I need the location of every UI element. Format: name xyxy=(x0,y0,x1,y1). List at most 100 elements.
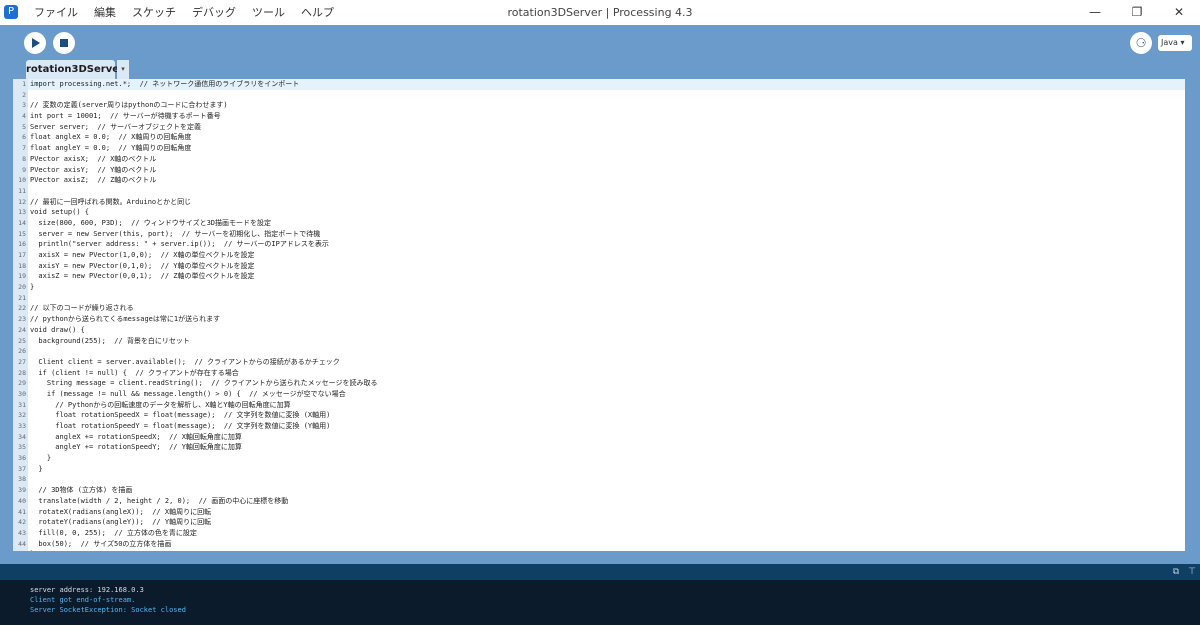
line-number-gutter: 1 2 3 4 5 6 7 8 9 10 11 12 13 14 15 16 17 18 19 20 21 22 23 24 2… xyxy=(13,79,28,551)
code-line[interactable]: box(50); // サイズ50の立方体を描画 xyxy=(28,539,1185,550)
line-number: 5 xyxy=(22,122,26,131)
code-line[interactable]: float angleX = 0.0; // X軸周りの回転角度 xyxy=(28,132,1185,143)
code-line[interactable] xyxy=(28,293,1185,304)
status-bar xyxy=(0,551,1200,564)
code-line[interactable]: axisY = new PVector(0,1,0); // Y軸の単位ベクトル… xyxy=(28,261,1185,272)
code-line[interactable]: angleY += rotationSpeedY; // Y軸回転角度に加算 xyxy=(28,442,1185,453)
menu-tools[interactable]: ツール xyxy=(244,0,293,25)
code-line[interactable]: // 以下のコードが繰り返される xyxy=(28,303,1185,314)
debugger-button[interactable]: ⚆ xyxy=(1130,32,1152,54)
code-editor[interactable]: 1 2 3 4 5 6 7 8 9 10 11 12 13 14 15 16 17 18 19 20 21 22 23 24 2… xyxy=(13,79,1185,551)
minimize-icon[interactable]: — xyxy=(1074,0,1116,25)
menu-edit[interactable]: 編集 xyxy=(86,0,124,25)
close-icon[interactable]: ✕ xyxy=(1158,0,1200,25)
code-line[interactable]: axisX = new PVector(1,0,0); // X軸の単位ベクトル… xyxy=(28,250,1185,261)
code-line[interactable]: Server server; // サーバーオブジェクトを定義 xyxy=(28,122,1185,133)
code-line[interactable]: if (message != null && message.length() … xyxy=(28,389,1185,400)
line-number: 13 xyxy=(18,208,26,217)
maximize-icon[interactable]: ❐ xyxy=(1116,0,1158,25)
line-number: 36 xyxy=(18,454,26,463)
code-line[interactable] xyxy=(28,186,1185,197)
menu-sketch[interactable]: スケッチ xyxy=(124,0,184,25)
code-line[interactable]: } xyxy=(28,282,1185,293)
code-line[interactable]: } xyxy=(28,464,1185,475)
code-line[interactable]: angleX += rotationSpeedX; // X軸回転角度に加算 xyxy=(28,432,1185,443)
code-line[interactable]: PVector axisX; // X軸のベクトル xyxy=(28,154,1185,165)
code-line[interactable]: void setup() { xyxy=(28,207,1185,218)
code-line[interactable]: float angleY = 0.0; // Y軸周りの回転角度 xyxy=(28,143,1185,154)
code-line[interactable]: background(255); // 背景を白にリセット xyxy=(28,336,1185,347)
line-number: 29 xyxy=(18,379,26,388)
code-line[interactable]: // 最初に一回呼ばれる関数。Arduinoとかと同じ xyxy=(28,197,1185,208)
code-line[interactable] xyxy=(28,474,1185,485)
line-number: 35 xyxy=(18,443,26,452)
code-line[interactable]: String message = client.readString(); //… xyxy=(28,378,1185,389)
line-number: 22 xyxy=(18,304,26,313)
line-number: 12 xyxy=(18,197,26,206)
code-line[interactable]: int port = 10001; // サーバーが待機するポート番号 xyxy=(28,111,1185,122)
line-number: 10 xyxy=(18,176,26,185)
code-line[interactable] xyxy=(28,90,1185,101)
menu-debug[interactable]: デバッグ xyxy=(184,0,244,25)
line-number: 9 xyxy=(22,165,26,174)
code-line[interactable]: float rotationSpeedY = float(message); /… xyxy=(28,421,1185,432)
code-line[interactable]: import processing.net.*; // ネットワーク通信用のライ… xyxy=(28,79,1185,90)
code-line[interactable]: } xyxy=(28,453,1185,464)
line-number: 43 xyxy=(18,528,26,537)
code-line[interactable]: fill(0, 0, 255); // 立方体の色を青に設定 xyxy=(28,528,1185,539)
line-number: 19 xyxy=(18,272,26,281)
line-number: 16 xyxy=(18,240,26,249)
line-number: 11 xyxy=(18,186,26,195)
mode-select[interactable]: Java ▾ xyxy=(1158,35,1192,51)
code-line[interactable]: rotateY(radians(angleY)); // Y軸周りに回転 xyxy=(28,517,1185,528)
code-line[interactable]: rotateX(radians(angleX)); // X軸周りに回転 xyxy=(28,507,1185,518)
line-number: 15 xyxy=(18,229,26,238)
line-number: 34 xyxy=(18,432,26,441)
code-line[interactable]: println("server address: " + server.ip()… xyxy=(28,239,1185,250)
code-line[interactable]: void draw() { xyxy=(28,325,1185,336)
line-number: 31 xyxy=(18,400,26,409)
code-line[interactable]: PVector axisY; // Y軸のベクトル xyxy=(28,165,1185,176)
clear-icon[interactable]: ⊤ xyxy=(1186,566,1198,578)
line-number: 25 xyxy=(18,336,26,345)
code-line[interactable] xyxy=(28,346,1185,357)
code-line[interactable]: // pythonから送られてくるmessageは常に1が送られます xyxy=(28,314,1185,325)
tab-rotation3DServer[interactable]: rotation3DServer xyxy=(26,60,124,79)
console-header: ⧉ ⊤ xyxy=(0,564,1200,580)
code-line[interactable]: translate(width / 2, height / 2, 0); // … xyxy=(28,496,1185,507)
code-area[interactable]: import processing.net.*; // ネットワーク通信用のライ… xyxy=(28,79,1185,551)
line-number: 27 xyxy=(18,357,26,366)
tab-menu-chevron-icon[interactable]: ▾ xyxy=(117,60,129,79)
line-number: 33 xyxy=(18,422,26,430)
code-line[interactable]: // 変数の定義(server周りはpythonのコードに合わせます) xyxy=(28,100,1185,111)
code-line[interactable]: Client client = server.available(); // ク… xyxy=(28,357,1185,368)
line-number: 38 xyxy=(18,475,26,484)
line-number: 44 xyxy=(18,539,26,548)
toolbar: ⚆ Java ▾ xyxy=(0,25,1200,60)
menu-help[interactable]: ヘルプ xyxy=(293,0,342,25)
line-number: 21 xyxy=(18,293,26,302)
code-line[interactable]: PVector axisZ; // Z軸のベクトル xyxy=(28,175,1185,186)
line-number: 3 xyxy=(22,101,26,110)
code-line[interactable]: float rotationSpeedX = float(message); /… xyxy=(28,410,1185,421)
line-number: 37 xyxy=(18,464,26,473)
copy-icon[interactable]: ⧉ xyxy=(1170,566,1182,578)
stop-button[interactable] xyxy=(53,32,75,54)
menu-bar: ファイル 編集 スケッチ デバッグ ツール ヘルプ xyxy=(26,0,342,25)
line-number: 2 xyxy=(22,90,26,99)
code-line[interactable]: axisZ = new PVector(0,0,1); // Z軸の単位ベクトル… xyxy=(28,271,1185,282)
code-line[interactable]: if (client != null) { // クライアントが存在する場合 xyxy=(28,368,1185,379)
menu-file[interactable]: ファイル xyxy=(26,0,86,25)
code-line[interactable]: size(800, 600, P3D); // ウィンドウサイズと3D描画モード… xyxy=(28,218,1185,229)
window-controls: — ❐ ✕ xyxy=(1074,0,1200,25)
code-line[interactable]: // 3D物体 (立方体) を描画 xyxy=(28,485,1185,496)
debugger-icon: ⚆ xyxy=(1135,36,1147,50)
editor-scrollbar[interactable] xyxy=(1186,79,1200,551)
code-line[interactable]: // Pythonからの回転速度のデータを解析し、X軸とY軸の回転角度に加算 xyxy=(28,400,1185,411)
tab-bar: rotation3DServer ▾ xyxy=(0,60,1200,79)
run-button[interactable] xyxy=(24,32,46,54)
line-number: 7 xyxy=(22,144,26,153)
processing-app-icon[interactable]: P xyxy=(4,5,18,19)
line-number: 8 xyxy=(22,154,26,163)
code-line[interactable]: server = new Server(this, port); // サーバー… xyxy=(28,229,1185,240)
